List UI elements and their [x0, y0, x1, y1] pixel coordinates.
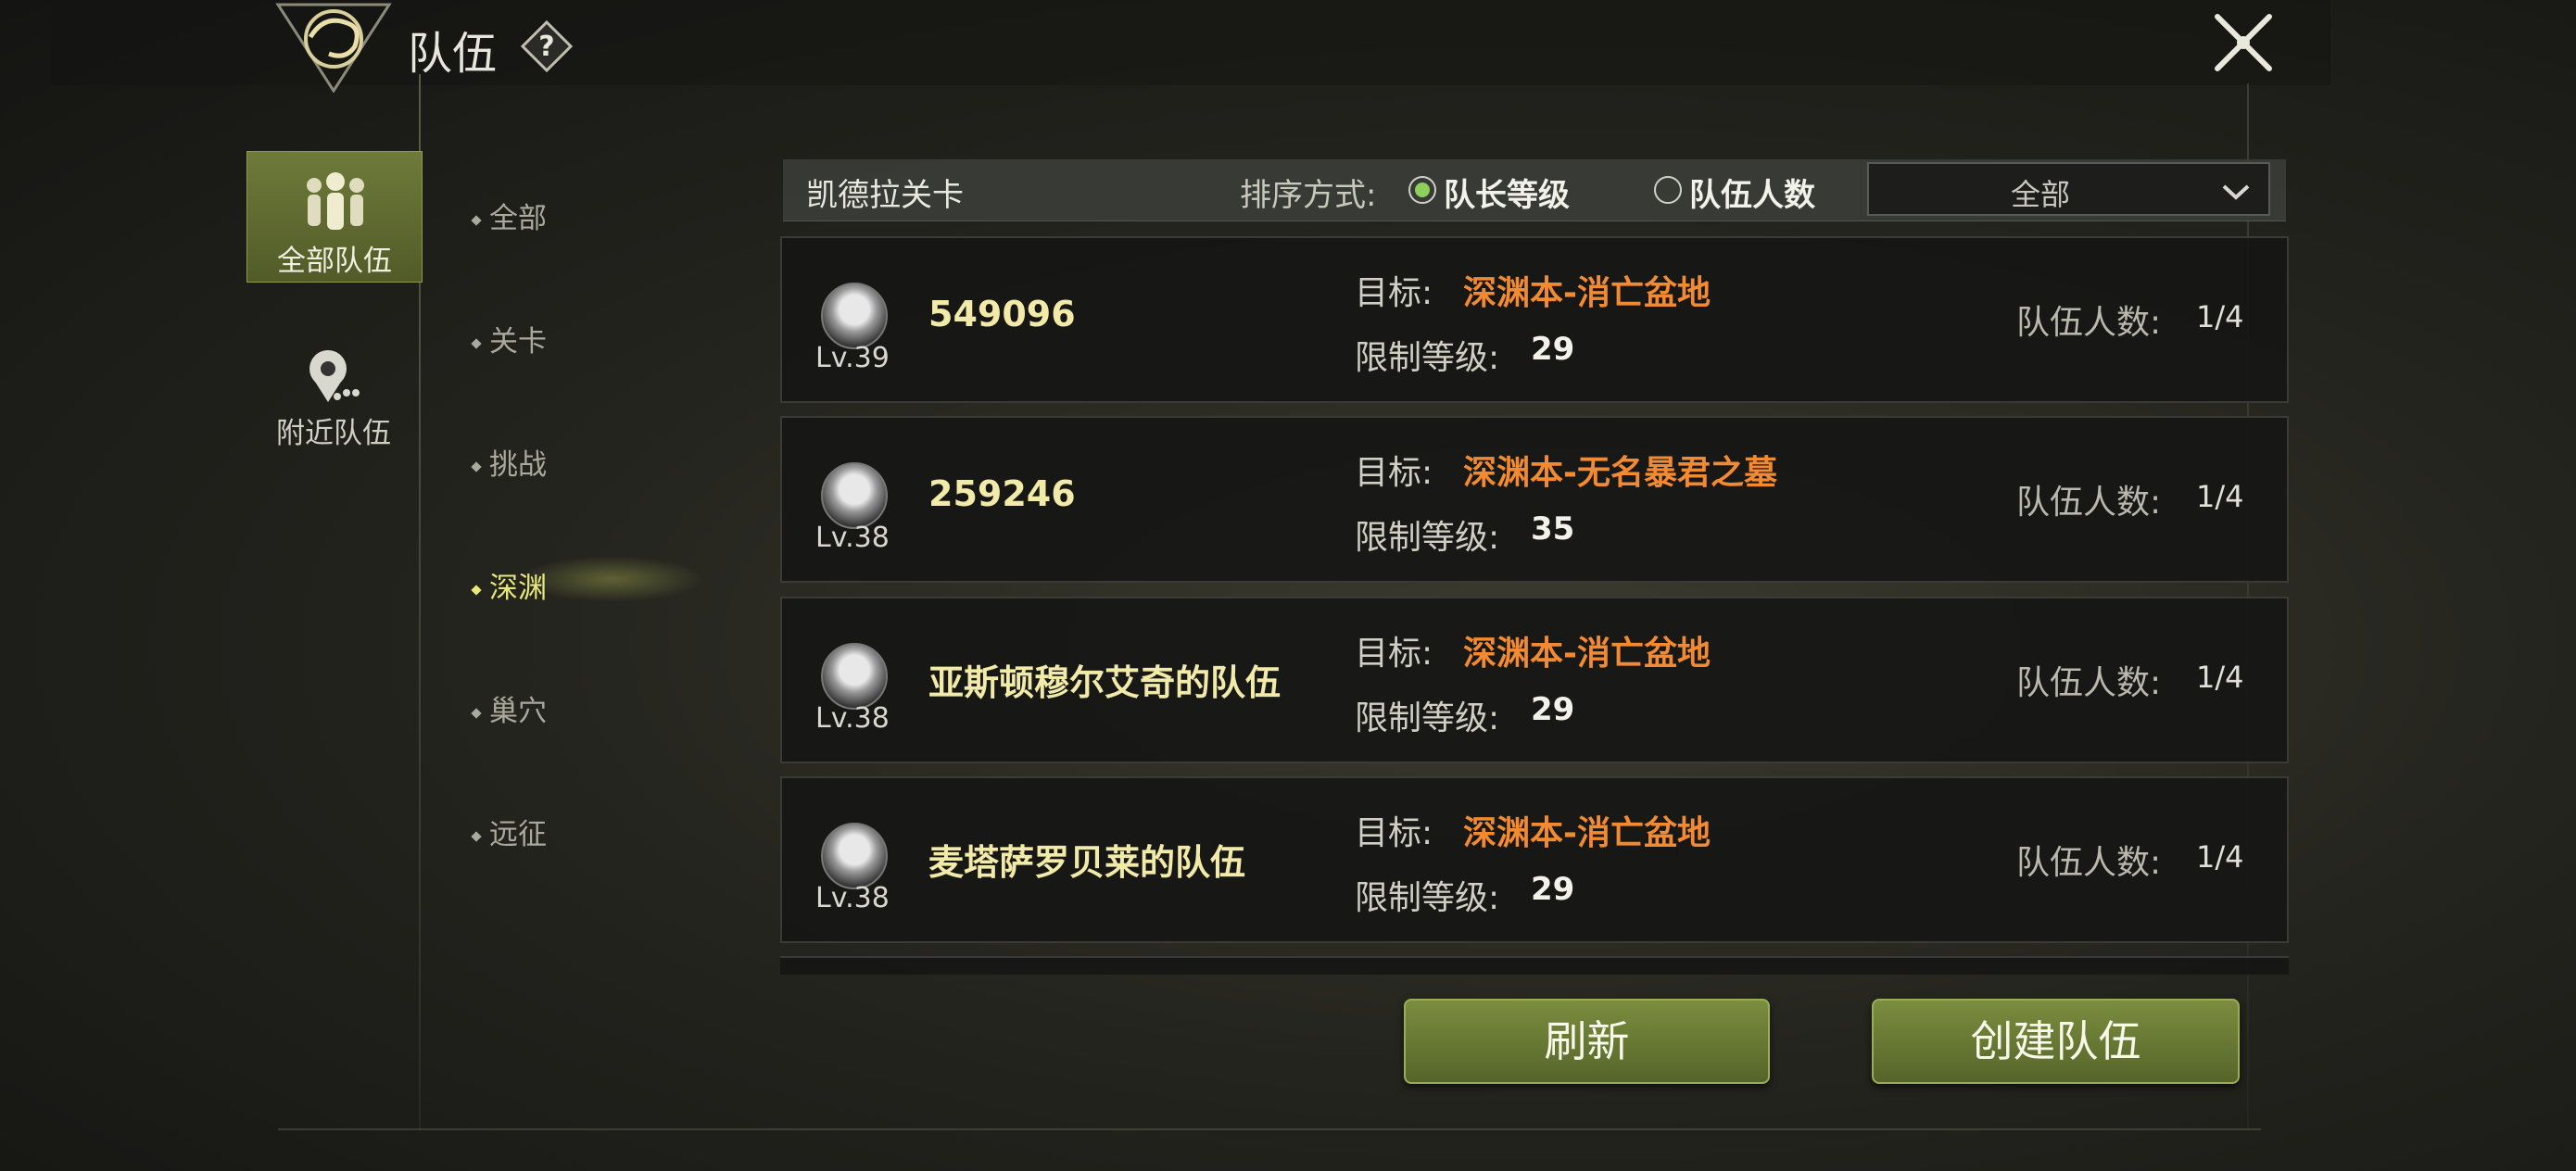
close-icon[interactable] — [2210, 9, 2277, 76]
limit-value: 29 — [1531, 331, 1575, 368]
sub-all[interactable]: 全部 — [471, 195, 547, 236]
bullet-icon — [471, 584, 482, 596]
category-all-teams[interactable]: 全部队伍 — [246, 151, 423, 283]
team-name: 549096 — [928, 294, 1076, 334]
avatar — [821, 462, 888, 529]
category-nearby-teams[interactable]: 附近队伍 — [246, 343, 421, 454]
sub-label: 挑战 — [489, 448, 547, 482]
active-glow — [519, 556, 704, 602]
leader-level: Lv.38 — [815, 702, 890, 735]
button-label: 刷新 — [1544, 1016, 1630, 1066]
category-label: 全部队伍 — [277, 245, 392, 278]
location-people-icon — [309, 350, 360, 402]
team-row[interactable]: Lv.38 麦塔萨罗贝莱的队伍 目标: 深渊本-消亡盆地 限制等级: 29 队伍… — [780, 776, 2289, 943]
sort-option-label[interactable]: 队长等级 — [1444, 170, 1570, 215]
avatar — [821, 283, 888, 349]
team-row[interactable]: Lv.39 549096 目标: 深渊本-消亡盆地 限制等级: 29 队伍人数:… — [780, 236, 2289, 403]
team-row[interactable]: Lv.38 亚斯顿穆尔艾奇的队伍 目标: 深渊本-消亡盆地 限制等级: 29 队… — [780, 597, 2289, 763]
target-value: 深渊本-消亡盆地 — [1463, 274, 1711, 312]
dragon-emblem-icon — [275, 3, 392, 93]
sub-challenge[interactable]: 挑战 — [471, 441, 547, 483]
filter-value: 全部 — [2010, 177, 2070, 212]
members-value: 1/4 — [2196, 660, 2244, 695]
team-name: 259246 — [928, 473, 1076, 514]
avatar — [821, 823, 888, 889]
header-title: 凯德拉关卡 — [806, 177, 964, 214]
limit-value: 29 — [1531, 871, 1575, 908]
members-value: 1/4 — [2196, 299, 2244, 334]
question-icon[interactable]: ? — [521, 20, 573, 72]
leader-level: Lv.38 — [815, 882, 890, 914]
bullet-icon — [471, 460, 482, 472]
bullet-icon — [471, 337, 482, 349]
target-value: 深渊本-消亡盆地 — [1463, 635, 1711, 673]
sub-abyss[interactable]: 深渊 — [471, 564, 547, 606]
sub-label: 关卡 — [489, 325, 547, 359]
sub-nest[interactable]: 巢穴 — [471, 687, 547, 729]
team-name: 亚斯顿穆尔艾奇的队伍 — [928, 662, 1282, 703]
members-label: 队伍人数: — [2016, 664, 2162, 702]
filter-dropdown[interactable]: 全部 — [1867, 162, 2270, 216]
target-value: 深渊本-消亡盆地 — [1463, 814, 1711, 852]
bullet-icon — [471, 830, 482, 842]
avatar — [821, 643, 888, 710]
bottom-divider — [278, 1128, 2261, 1130]
chevron-down-icon — [2222, 184, 2250, 200]
sub-label: 深渊 — [489, 572, 547, 605]
button-label: 创建队伍 — [1970, 1016, 2141, 1066]
limit-value: 35 — [1531, 510, 1575, 548]
limit-label: 限制等级: — [1355, 879, 1500, 917]
sub-stage[interactable]: 关卡 — [471, 318, 547, 359]
target-label: 目标: — [1355, 635, 1433, 673]
members-value: 1/4 — [2196, 839, 2244, 875]
leader-level: Lv.38 — [815, 522, 890, 554]
target-label: 目标: — [1355, 274, 1433, 312]
category-label: 附近队伍 — [276, 417, 391, 450]
members-label: 队伍人数: — [2016, 304, 2162, 342]
page-title: 队伍 — [408, 28, 498, 80]
svg-text:?: ? — [538, 31, 554, 63]
sort-radio-leader-level[interactable] — [1408, 176, 1436, 204]
sort-label: 排序方式: — [1240, 177, 1377, 214]
create-team-button[interactable]: 创建队伍 — [1872, 999, 2240, 1084]
bullet-icon — [471, 214, 482, 226]
team-row-partial — [780, 956, 2289, 975]
sort-option-label[interactable]: 队伍人数 — [1689, 170, 1815, 215]
limit-label: 限制等级: — [1355, 699, 1500, 737]
sort-radio-member-count[interactable] — [1654, 176, 1682, 204]
sub-label: 远征 — [489, 818, 547, 851]
sub-expedition[interactable]: 远征 — [471, 811, 547, 852]
members-label: 队伍人数: — [2016, 844, 2162, 882]
bullet-icon — [471, 707, 482, 719]
refresh-button[interactable]: 刷新 — [1404, 999, 1770, 1084]
sub-label: 巢穴 — [489, 695, 547, 728]
members-value: 1/4 — [2196, 479, 2244, 514]
leader-level: Lv.39 — [815, 342, 890, 374]
target-label: 目标: — [1355, 454, 1433, 492]
group-icon — [307, 172, 364, 230]
target-label: 目标: — [1355, 814, 1433, 852]
limit-label: 限制等级: — [1355, 339, 1500, 377]
team-name: 麦塔萨罗贝莱的队伍 — [928, 842, 1246, 883]
target-value: 深渊本-无名暴君之墓 — [1463, 454, 1777, 492]
members-label: 队伍人数: — [2016, 484, 2162, 522]
sub-label: 全部 — [489, 202, 547, 235]
limit-value: 29 — [1531, 691, 1575, 728]
team-row[interactable]: Lv.38 259246 目标: 深渊本-无名暴君之墓 限制等级: 35 队伍人… — [780, 416, 2289, 583]
limit-label: 限制等级: — [1355, 519, 1500, 557]
